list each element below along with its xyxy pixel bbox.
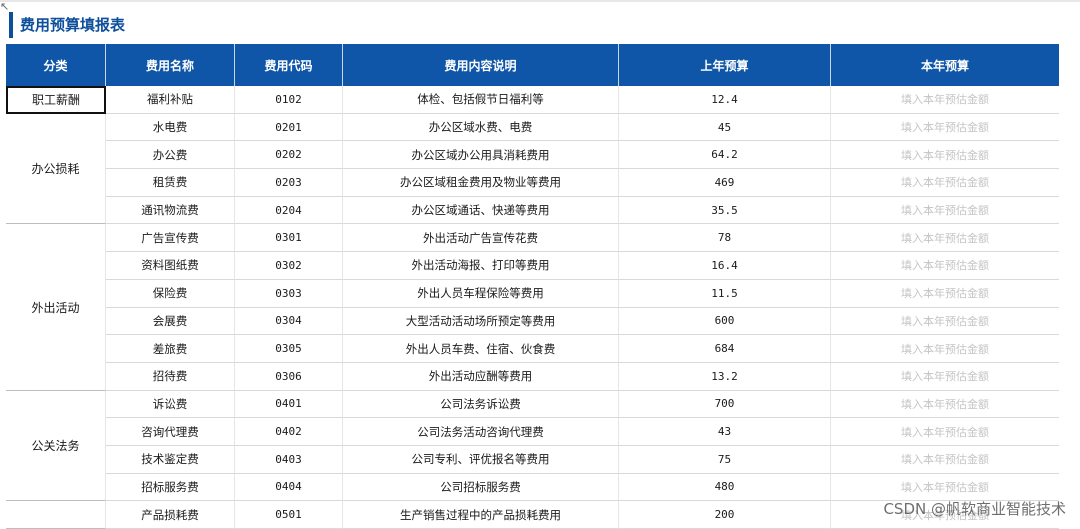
last-year-budget-cell[interactable]: 35.5 bbox=[619, 196, 831, 225]
description-cell[interactable]: 公司法务活动咨询代理费 bbox=[343, 418, 619, 446]
expense-name-cell[interactable]: 福利补贴 bbox=[106, 86, 235, 114]
expense-name-cell[interactable]: 资料图纸费 bbox=[106, 252, 235, 280]
expense-name-cell[interactable]: 会展费 bbox=[106, 307, 235, 336]
last-year-budget-cell[interactable]: 78 bbox=[619, 224, 831, 253]
this-year-budget-input[interactable]: 填入本年预估金额 bbox=[831, 141, 1059, 170]
expense-name-cell[interactable]: 诉讼费 bbox=[106, 390, 235, 419]
description-cell[interactable]: 外出活动广告宣传花费 bbox=[343, 224, 619, 253]
this-year-budget-input[interactable]: 填入本年预估金额 bbox=[831, 169, 1059, 197]
expense-code-cell[interactable]: 0204 bbox=[235, 196, 343, 225]
expense-code-cell[interactable]: 0301 bbox=[235, 224, 343, 253]
this-year-budget-input[interactable]: 填入本年预估金额 bbox=[831, 224, 1059, 253]
expense-code-cell[interactable]: 0305 bbox=[235, 335, 343, 363]
this-year-budget-input[interactable]: 填入本年预估金额 bbox=[831, 280, 1059, 308]
expense-name-cell[interactable]: 保险费 bbox=[106, 279, 235, 308]
description-cell[interactable]: 公司招标服务费 bbox=[343, 473, 619, 502]
last-year-budget-cell[interactable]: 75 bbox=[619, 445, 831, 474]
last-year-budget-cell[interactable]: 12.4 bbox=[619, 86, 831, 114]
last-year-budget-cell[interactable]: 13.2 bbox=[619, 362, 831, 391]
watermark: CSDN @帆软商业智能技术 bbox=[883, 500, 1066, 518]
category-cell[interactable] bbox=[6, 501, 106, 529]
last-year-budget-cell[interactable]: 43 bbox=[619, 418, 831, 446]
last-year-budget-cell[interactable]: 469 bbox=[619, 169, 831, 197]
header-category: 分类 bbox=[6, 44, 106, 86]
mouse-cursor-icon: ↖ bbox=[0, 0, 10, 13]
expense-code-cell[interactable]: 0501 bbox=[235, 501, 343, 529]
budget-table: 分类 费用名称 费用代码 费用内容说明 上年预算 本年预算 职工薪酬 办公损耗 外出… bbox=[6, 44, 1059, 529]
expense-code-cell[interactable]: 0102 bbox=[235, 86, 343, 114]
header-this-year-budget: 本年预算 bbox=[831, 44, 1059, 86]
this-year-budget-input[interactable]: 填入本年预估金额 bbox=[831, 335, 1059, 363]
this-year-budget-input[interactable]: 填入本年预估金额 bbox=[831, 86, 1059, 114]
expense-name-cell[interactable]: 办公费 bbox=[106, 141, 235, 170]
expense-name-cell[interactable]: 水电费 bbox=[106, 113, 235, 142]
expense-name-cell[interactable]: 产品损耗费 bbox=[106, 501, 235, 529]
expense-name-cell[interactable]: 招标服务费 bbox=[106, 473, 235, 502]
expense-code-cell[interactable]: 0401 bbox=[235, 390, 343, 419]
description-cell[interactable]: 外出人员车程保险等费用 bbox=[343, 279, 619, 308]
expense-code-cell[interactable]: 0403 bbox=[235, 445, 343, 474]
this-year-budget-input[interactable]: 填入本年预估金额 bbox=[831, 252, 1059, 280]
header-expense-name: 费用名称 bbox=[106, 44, 235, 86]
category-cell[interactable]: 外出活动 bbox=[6, 224, 106, 391]
last-year-budget-cell[interactable]: 16.4 bbox=[619, 252, 831, 280]
expense-name-cell[interactable]: 差旅费 bbox=[106, 335, 235, 363]
category-cell[interactable]: 办公损耗 bbox=[6, 113, 106, 225]
description-cell[interactable]: 外出活动应酬等费用 bbox=[343, 362, 619, 391]
this-year-budget-input[interactable]: 填入本年预估金额 bbox=[831, 391, 1059, 419]
expense-code-cell[interactable]: 0203 bbox=[235, 169, 343, 197]
last-year-budget-cell[interactable]: 45 bbox=[619, 113, 831, 142]
header-last-year-budget: 上年预算 bbox=[619, 44, 831, 86]
description-cell[interactable]: 办公区域水费、电费 bbox=[343, 113, 619, 142]
expense-name-cell[interactable]: 租赁费 bbox=[106, 169, 235, 197]
description-cell[interactable]: 生产销售过程中的产品损耗费用 bbox=[343, 501, 619, 529]
last-year-budget-cell[interactable]: 684 bbox=[619, 335, 831, 363]
expense-code-cell[interactable]: 0201 bbox=[235, 113, 343, 142]
expense-code-cell[interactable]: 0303 bbox=[235, 279, 343, 308]
description-cell[interactable]: 办公区域办公用具消耗费用 bbox=[343, 141, 619, 170]
description-cell[interactable]: 外出活动海报、打印等费用 bbox=[343, 252, 619, 280]
page-title: 费用预算填报表 bbox=[9, 12, 125, 38]
this-year-budget-input[interactable]: 填入本年预估金额 bbox=[831, 308, 1059, 336]
description-cell[interactable]: 公司专利、评优报名等费用 bbox=[343, 445, 619, 474]
last-year-budget-cell[interactable]: 600 bbox=[619, 307, 831, 336]
expense-code-cell[interactable]: 0202 bbox=[235, 141, 343, 170]
last-year-budget-cell[interactable]: 11.5 bbox=[619, 279, 831, 308]
description-cell[interactable]: 办公区域通话、快递等费用 bbox=[343, 196, 619, 225]
description-cell[interactable]: 体检、包括假节日福利等 bbox=[343, 86, 619, 114]
expense-code-cell[interactable]: 0402 bbox=[235, 418, 343, 446]
this-year-budget-input[interactable]: 填入本年预估金额 bbox=[831, 363, 1059, 391]
header-description: 费用内容说明 bbox=[343, 44, 619, 86]
description-cell[interactable]: 外出人员车费、住宿、伙食费 bbox=[343, 335, 619, 363]
expense-name-cell[interactable]: 技术鉴定费 bbox=[106, 445, 235, 474]
last-year-budget-cell[interactable]: 700 bbox=[619, 390, 831, 419]
expense-code-cell[interactable]: 0302 bbox=[235, 252, 343, 280]
last-year-budget-cell[interactable]: 64.2 bbox=[619, 141, 831, 170]
category-cell[interactable]: 公关法务 bbox=[6, 390, 106, 502]
expense-code-cell[interactable]: 0304 bbox=[235, 307, 343, 336]
last-year-budget-cell[interactable]: 480 bbox=[619, 473, 831, 502]
this-year-budget-input[interactable]: 填入本年预估金额 bbox=[831, 114, 1059, 142]
this-year-budget-input[interactable]: 填入本年预估金额 bbox=[831, 197, 1059, 225]
description-cell[interactable]: 办公区域租金费用及物业等费用 bbox=[343, 169, 619, 197]
expense-name-cell[interactable]: 广告宣传费 bbox=[106, 224, 235, 253]
expense-name-cell[interactable]: 招待费 bbox=[106, 362, 235, 391]
this-year-budget-input[interactable]: 填入本年预估金额 bbox=[831, 446, 1059, 474]
expense-name-cell[interactable]: 通讯物流费 bbox=[106, 196, 235, 225]
expense-name-cell[interactable]: 咨询代理费 bbox=[106, 418, 235, 446]
top-divider bbox=[0, 0, 1080, 2]
description-cell[interactable]: 公司法务诉讼费 bbox=[343, 390, 619, 419]
expense-code-cell[interactable]: 0306 bbox=[235, 362, 343, 391]
header-expense-code: 费用代码 bbox=[235, 44, 343, 86]
this-year-budget-input[interactable]: 填入本年预估金额 bbox=[831, 418, 1059, 446]
description-cell[interactable]: 大型活动活动场所预定等费用 bbox=[343, 307, 619, 336]
expense-code-cell[interactable]: 0404 bbox=[235, 473, 343, 502]
last-year-budget-cell[interactable]: 200 bbox=[619, 501, 831, 529]
category-cell[interactable]: 职工薪酬 bbox=[6, 86, 106, 114]
